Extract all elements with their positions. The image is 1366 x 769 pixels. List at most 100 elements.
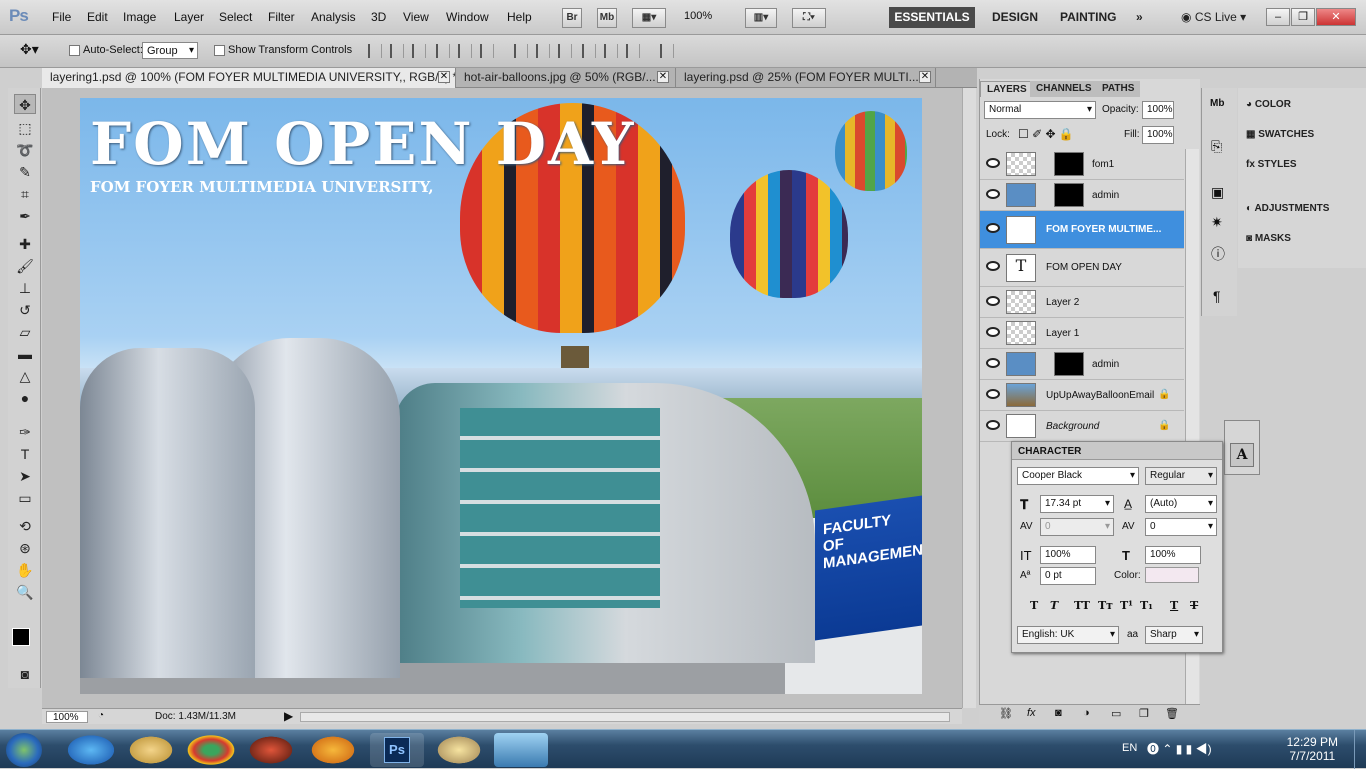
tab-layering[interactable]: layering.psd @ 25% (FOM FOYER MULTI... [676,68,936,88]
foreground-color-swatch[interactable] [12,628,30,646]
align-hcenter-icon[interactable] [458,44,472,58]
text-color-swatch[interactable] [1145,567,1199,583]
fill-input[interactable]: 100% [1142,126,1174,144]
visibility-eye-icon[interactable] [986,327,1000,337]
opacity-input[interactable]: 100% [1142,101,1174,119]
align-right-icon[interactable] [480,44,494,58]
document-canvas[interactable]: FACULTY OF MANAGEMENT FOM OPEN DAY FOM F… [80,98,922,694]
distribute-top-icon[interactable] [514,44,528,58]
media-player-icon[interactable] [306,733,360,767]
faux-italic-icon[interactable]: T [1050,599,1058,612]
align-left-icon[interactable] [436,44,450,58]
menu-window[interactable]: Window [446,10,489,24]
paint-icon[interactable] [432,733,486,767]
dock-masks[interactable]: ◙ MASKS [1246,233,1291,244]
visibility-eye-icon[interactable] [986,358,1000,368]
menu-view[interactable]: View [403,10,429,24]
baseline-shift-input[interactable]: 0 pt [1040,567,1096,585]
minibridge-icon[interactable]: Mb [1210,98,1224,109]
status-arrow-icon[interactable]: ▶ [284,709,293,723]
menu-help[interactable]: Help [507,10,532,24]
distribute-vcenter-icon[interactable] [536,44,550,58]
dock-color[interactable]: ◕ COLOR [1246,99,1291,110]
tray-icons[interactable]: ⓿ ⌃ ▮ ▮ ◀) [1147,740,1212,757]
menu-analysis[interactable]: Analysis [311,10,356,24]
link-layers-icon[interactable]: ⛓ [999,707,1013,720]
layer-row[interactable]: admin [980,180,1184,211]
history-brush-tool-icon[interactable]: ↺ [14,300,36,320]
align-bottom-icon[interactable] [412,44,426,58]
autoselect-checkbox[interactable] [69,45,80,56]
distribute-hcenter-icon[interactable] [604,44,618,58]
layer-row[interactable]: Layer 2 [980,287,1184,318]
arrange-documents-icon[interactable]: ▥▾ [745,8,777,28]
menu-filter[interactable]: Filter [268,10,295,24]
character-panel-icon[interactable]: A [1230,443,1254,467]
strikethrough-icon[interactable]: T [1190,599,1198,612]
dodge-tool-icon[interactable]: ● [14,388,36,408]
tab-hot-air-balloons[interactable]: hot-air-balloons.jpg @ 50% (RGB/... [456,68,676,88]
menu-layer[interactable]: Layer [174,10,204,24]
antialias-dropdown[interactable]: Sharp [1145,626,1203,644]
align-vcenter-icon[interactable] [390,44,404,58]
blur-tool-icon[interactable]: △ [14,366,36,386]
extras-icon[interactable]: ▦▾ [632,8,666,28]
visibility-eye-icon[interactable] [986,296,1000,306]
marquee-tool-icon[interactable]: ⬚ [14,118,36,138]
crop-tool-icon[interactable]: ⌗ [14,184,36,204]
superscript-icon[interactable]: T¹ [1120,599,1133,612]
actions-icon[interactable]: ✷ [1211,214,1223,231]
language-dropdown[interactable]: English: UK [1017,626,1119,644]
paragraph-icon[interactable]: ¶ [1213,288,1221,304]
screen-mode-icon[interactable]: ⛶▾ [792,8,826,28]
layer-style-icon[interactable]: fx [1027,707,1036,719]
close-tab-icon[interactable]: ✕ [438,71,450,83]
restore-button[interactable]: ❐ [1291,8,1315,26]
small-caps-icon[interactable]: Tт [1098,599,1113,612]
lasso-tool-icon[interactable]: ➰ [14,140,36,160]
start-button[interactable] [6,733,42,767]
visibility-eye-icon[interactable] [986,389,1000,399]
app-icon[interactable] [244,733,298,767]
photo-viewer-icon[interactable] [494,733,548,767]
underline-icon[interactable]: T [1170,599,1178,612]
visibility-eye-icon[interactable] [986,223,1000,233]
more-workspaces-icon[interactable]: » [1136,7,1143,28]
font-size-input[interactable]: 17.34 pt [1040,495,1114,513]
layer-row[interactable]: Layer 1 [980,318,1184,349]
lock-icons[interactable]: ☐ ✐ ✥ 🔒 [1018,127,1074,141]
tab-layering1[interactable]: layering1.psd @ 100% (FOM FOYER MULTIMED… [42,68,456,88]
adjustment-layer-icon[interactable]: ◑ [1083,707,1090,719]
distribute-left-icon[interactable] [582,44,596,58]
workspace-painting[interactable]: PAINTING [1060,7,1116,28]
quick-mask-icon[interactable]: ◙ [14,664,36,684]
all-caps-icon[interactable]: TT [1074,599,1090,612]
close-tab-icon[interactable]: ✕ [657,71,669,83]
canvas-horizontal-scrollbar[interactable] [300,712,950,722]
font-family-dropdown[interactable]: Cooper Black [1017,467,1139,485]
tracking-input[interactable]: 0 [1145,518,1217,536]
add-mask-icon[interactable]: ◙ [1055,707,1062,719]
menu-file[interactable]: File [52,10,71,24]
chrome-icon[interactable] [184,733,238,767]
cs-live[interactable]: ◉ CS Live ▾ [1181,7,1246,28]
visibility-eye-icon[interactable] [986,189,1000,199]
layer-row[interactable]: admin [980,349,1184,380]
transform-controls-checkbox[interactable] [214,45,225,56]
dock-adjustments[interactable]: ◐ ADJUSTMENTS [1246,203,1329,214]
autoselect-dropdown[interactable]: Group [142,42,198,59]
distribute-right-icon[interactable] [626,44,640,58]
bridge-button[interactable]: Br [562,8,582,28]
3d-rotate-tool-icon[interactable]: ⟲ [14,516,36,536]
minibridge-button[interactable]: Mb [597,8,617,28]
menu-select[interactable]: Select [219,10,252,24]
layer-row[interactable]: UpUpAwayBalloonEmail 🔒 [980,380,1184,411]
visibility-eye-icon[interactable] [986,261,1000,271]
align-top-icon[interactable] [368,44,382,58]
file-explorer-icon[interactable] [124,733,178,767]
photoshop-taskbar-button[interactable]: Ps [370,733,424,767]
status-zoom[interactable]: 100% [46,711,88,723]
type-tool-icon[interactable]: T [14,444,36,464]
delete-layer-icon[interactable]: 🗑 [1165,707,1179,720]
move-tool-preset-icon[interactable]: ✥▾ [20,41,39,58]
